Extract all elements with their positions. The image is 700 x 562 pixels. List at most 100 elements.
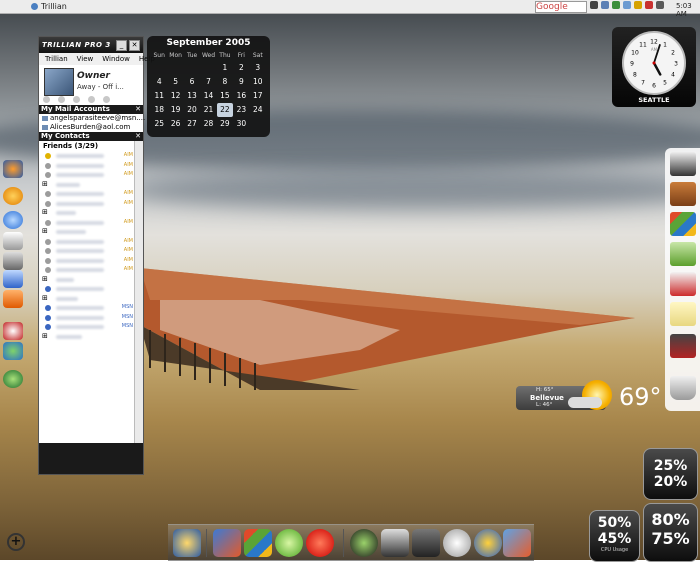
trillian-titlebar[interactable]: TRILLIAN PRO 3 _ ✕	[39, 37, 143, 53]
music-icon[interactable]	[350, 529, 378, 557]
list-item[interactable]	[39, 284, 143, 294]
mail-icon[interactable]	[3, 322, 23, 340]
expand-icon[interactable]: ⊞	[42, 227, 48, 235]
books-icon[interactable]	[670, 182, 696, 206]
itunes-icon[interactable]	[670, 242, 696, 266]
disk-meter[interactable]: 80% 75%	[643, 503, 698, 562]
protocol-icon[interactable]	[88, 96, 95, 103]
messenger-icon[interactable]	[634, 1, 642, 9]
list-item[interactable]: AIM	[39, 265, 143, 275]
calendar-day[interactable]: 18	[151, 103, 167, 117]
calendar-day[interactable]: 4	[151, 75, 167, 89]
calendar-day[interactable]: 20	[184, 103, 200, 117]
list-item[interactable]: AIM	[39, 237, 143, 247]
disk-icon[interactable]	[3, 252, 23, 270]
music-icon[interactable]	[623, 1, 631, 9]
protocol-icon[interactable]	[73, 96, 80, 103]
memory-meter[interactable]: 25% 20%	[643, 448, 698, 500]
display-icon[interactable]	[601, 1, 609, 9]
aim-icon[interactable]	[474, 529, 502, 557]
protocol-icon[interactable]	[43, 96, 50, 103]
menu-view[interactable]: View	[77, 53, 94, 65]
calendar-day[interactable]: 29	[217, 117, 233, 131]
calendar-icon[interactable]	[3, 232, 23, 250]
chat-icon[interactable]	[443, 529, 471, 557]
expand-icon[interactable]: ⊞	[42, 208, 48, 216]
search-input[interactable]: Google	[535, 1, 587, 13]
expand-icon[interactable]: ⊞	[42, 332, 48, 340]
calendar-day[interactable]: 8	[217, 75, 233, 89]
app-title[interactable]: Trillian	[0, 2, 67, 11]
close-button[interactable]: ✕	[129, 39, 140, 51]
windows-icon[interactable]	[244, 529, 272, 557]
scrollbar[interactable]	[134, 141, 143, 443]
flash-icon[interactable]	[306, 529, 334, 557]
mail-account[interactable]: AlicesBurden@aol.com	[39, 123, 143, 132]
calendar-day[interactable]: 14	[200, 89, 216, 103]
trash-icon[interactable]	[670, 376, 696, 400]
list-item[interactable]: AIM	[39, 256, 143, 266]
flashcards-icon[interactable]	[670, 272, 696, 296]
alert-icon[interactable]	[645, 1, 653, 9]
calendar-day[interactable]: 12	[167, 89, 183, 103]
protocol-icon[interactable]	[58, 96, 65, 103]
calendar-day[interactable]: 17	[250, 89, 266, 103]
list-item[interactable]: MSN	[39, 322, 143, 332]
list-item[interactable]: AIM	[39, 246, 143, 256]
contacts-section-header[interactable]: My Contacts ✕	[39, 132, 143, 141]
list-item[interactable]: MSN	[39, 313, 143, 323]
dropdown-icon[interactable]	[590, 1, 598, 9]
group-row[interactable]: ⊞	[39, 180, 143, 190]
calendar-day[interactable]: 7	[200, 75, 216, 89]
speaker-icon[interactable]	[173, 529, 201, 557]
notes-icon[interactable]	[670, 302, 696, 326]
mail-section-header[interactable]: My Mail Accounts ✕	[39, 105, 143, 114]
people-icon[interactable]	[3, 342, 23, 360]
group-row[interactable]: ⊞	[39, 227, 143, 237]
group-row[interactable]: ⊞	[39, 275, 143, 285]
calendar-day[interactable]: 16	[233, 89, 249, 103]
calendar-day[interactable]: 15	[217, 89, 233, 103]
expand-icon[interactable]: ⊞	[42, 275, 48, 283]
calendar-day[interactable]: 3	[250, 61, 266, 75]
mail-account[interactable]: angelsparasiteeve@msn....	[39, 114, 145, 123]
mac-finder-icon[interactable]	[3, 211, 23, 229]
itunes-icon[interactable]	[3, 270, 23, 288]
avatar[interactable]	[44, 68, 74, 96]
menu-window[interactable]: Window	[102, 53, 130, 65]
firefox-icon[interactable]	[3, 160, 23, 178]
calendar-day[interactable]: 9	[233, 75, 249, 89]
clock-widget[interactable]: 1 2 3 4 5 6 7 8 9 10 11 12 AM SEATTLE	[612, 27, 696, 107]
menubar-clock[interactable]: 5:03 AM	[676, 2, 700, 18]
calendar-day[interactable]: 24	[250, 103, 266, 117]
cpu-meter[interactable]: 50% 45% CPU Usage	[589, 510, 640, 562]
ubuntu-icon[interactable]	[3, 290, 23, 308]
expand-icon[interactable]: ⊞	[42, 180, 48, 188]
add-widget-button[interactable]: +	[7, 533, 25, 551]
menu-trillian[interactable]: Trillian	[45, 53, 68, 65]
group-row[interactable]: ⊞	[39, 294, 143, 304]
list-item[interactable]: AIM	[39, 170, 143, 180]
minimize-button[interactable]: _	[116, 39, 127, 51]
calendar-day[interactable]: 25	[151, 117, 167, 131]
launcher-icon[interactable]	[213, 529, 241, 557]
network-icon[interactable]	[612, 1, 620, 9]
clapboard-icon[interactable]	[670, 334, 696, 358]
calendar-day[interactable]: 23	[233, 103, 249, 117]
calendar-day[interactable]: 27	[184, 117, 200, 131]
calendar-day[interactable]: 26	[167, 117, 183, 131]
calendar-day[interactable]: 21	[200, 103, 216, 117]
list-item[interactable]: AIM	[39, 151, 143, 161]
ipod-icon[interactable]	[3, 187, 23, 205]
list-item[interactable]: AIM	[39, 161, 143, 171]
calendar-day[interactable]: 1	[217, 61, 233, 75]
list-item[interactable]: AIM	[39, 199, 143, 209]
volume-icon[interactable]	[656, 1, 664, 9]
calendar-day[interactable]: 19	[167, 103, 183, 117]
list-item[interactable]: AIM	[39, 189, 143, 199]
itunes-icon[interactable]	[275, 529, 303, 557]
status-selector[interactable]: Away - Off i...	[77, 83, 124, 91]
image-icon[interactable]	[503, 529, 531, 557]
weather-widget[interactable]: H: 65° Bellevue L: 46° 69°	[516, 380, 662, 411]
calendar-widget[interactable]: September 2005 Sun Mon Tue Wed Thu Fri Sat 1 2 3 4…	[147, 36, 270, 137]
